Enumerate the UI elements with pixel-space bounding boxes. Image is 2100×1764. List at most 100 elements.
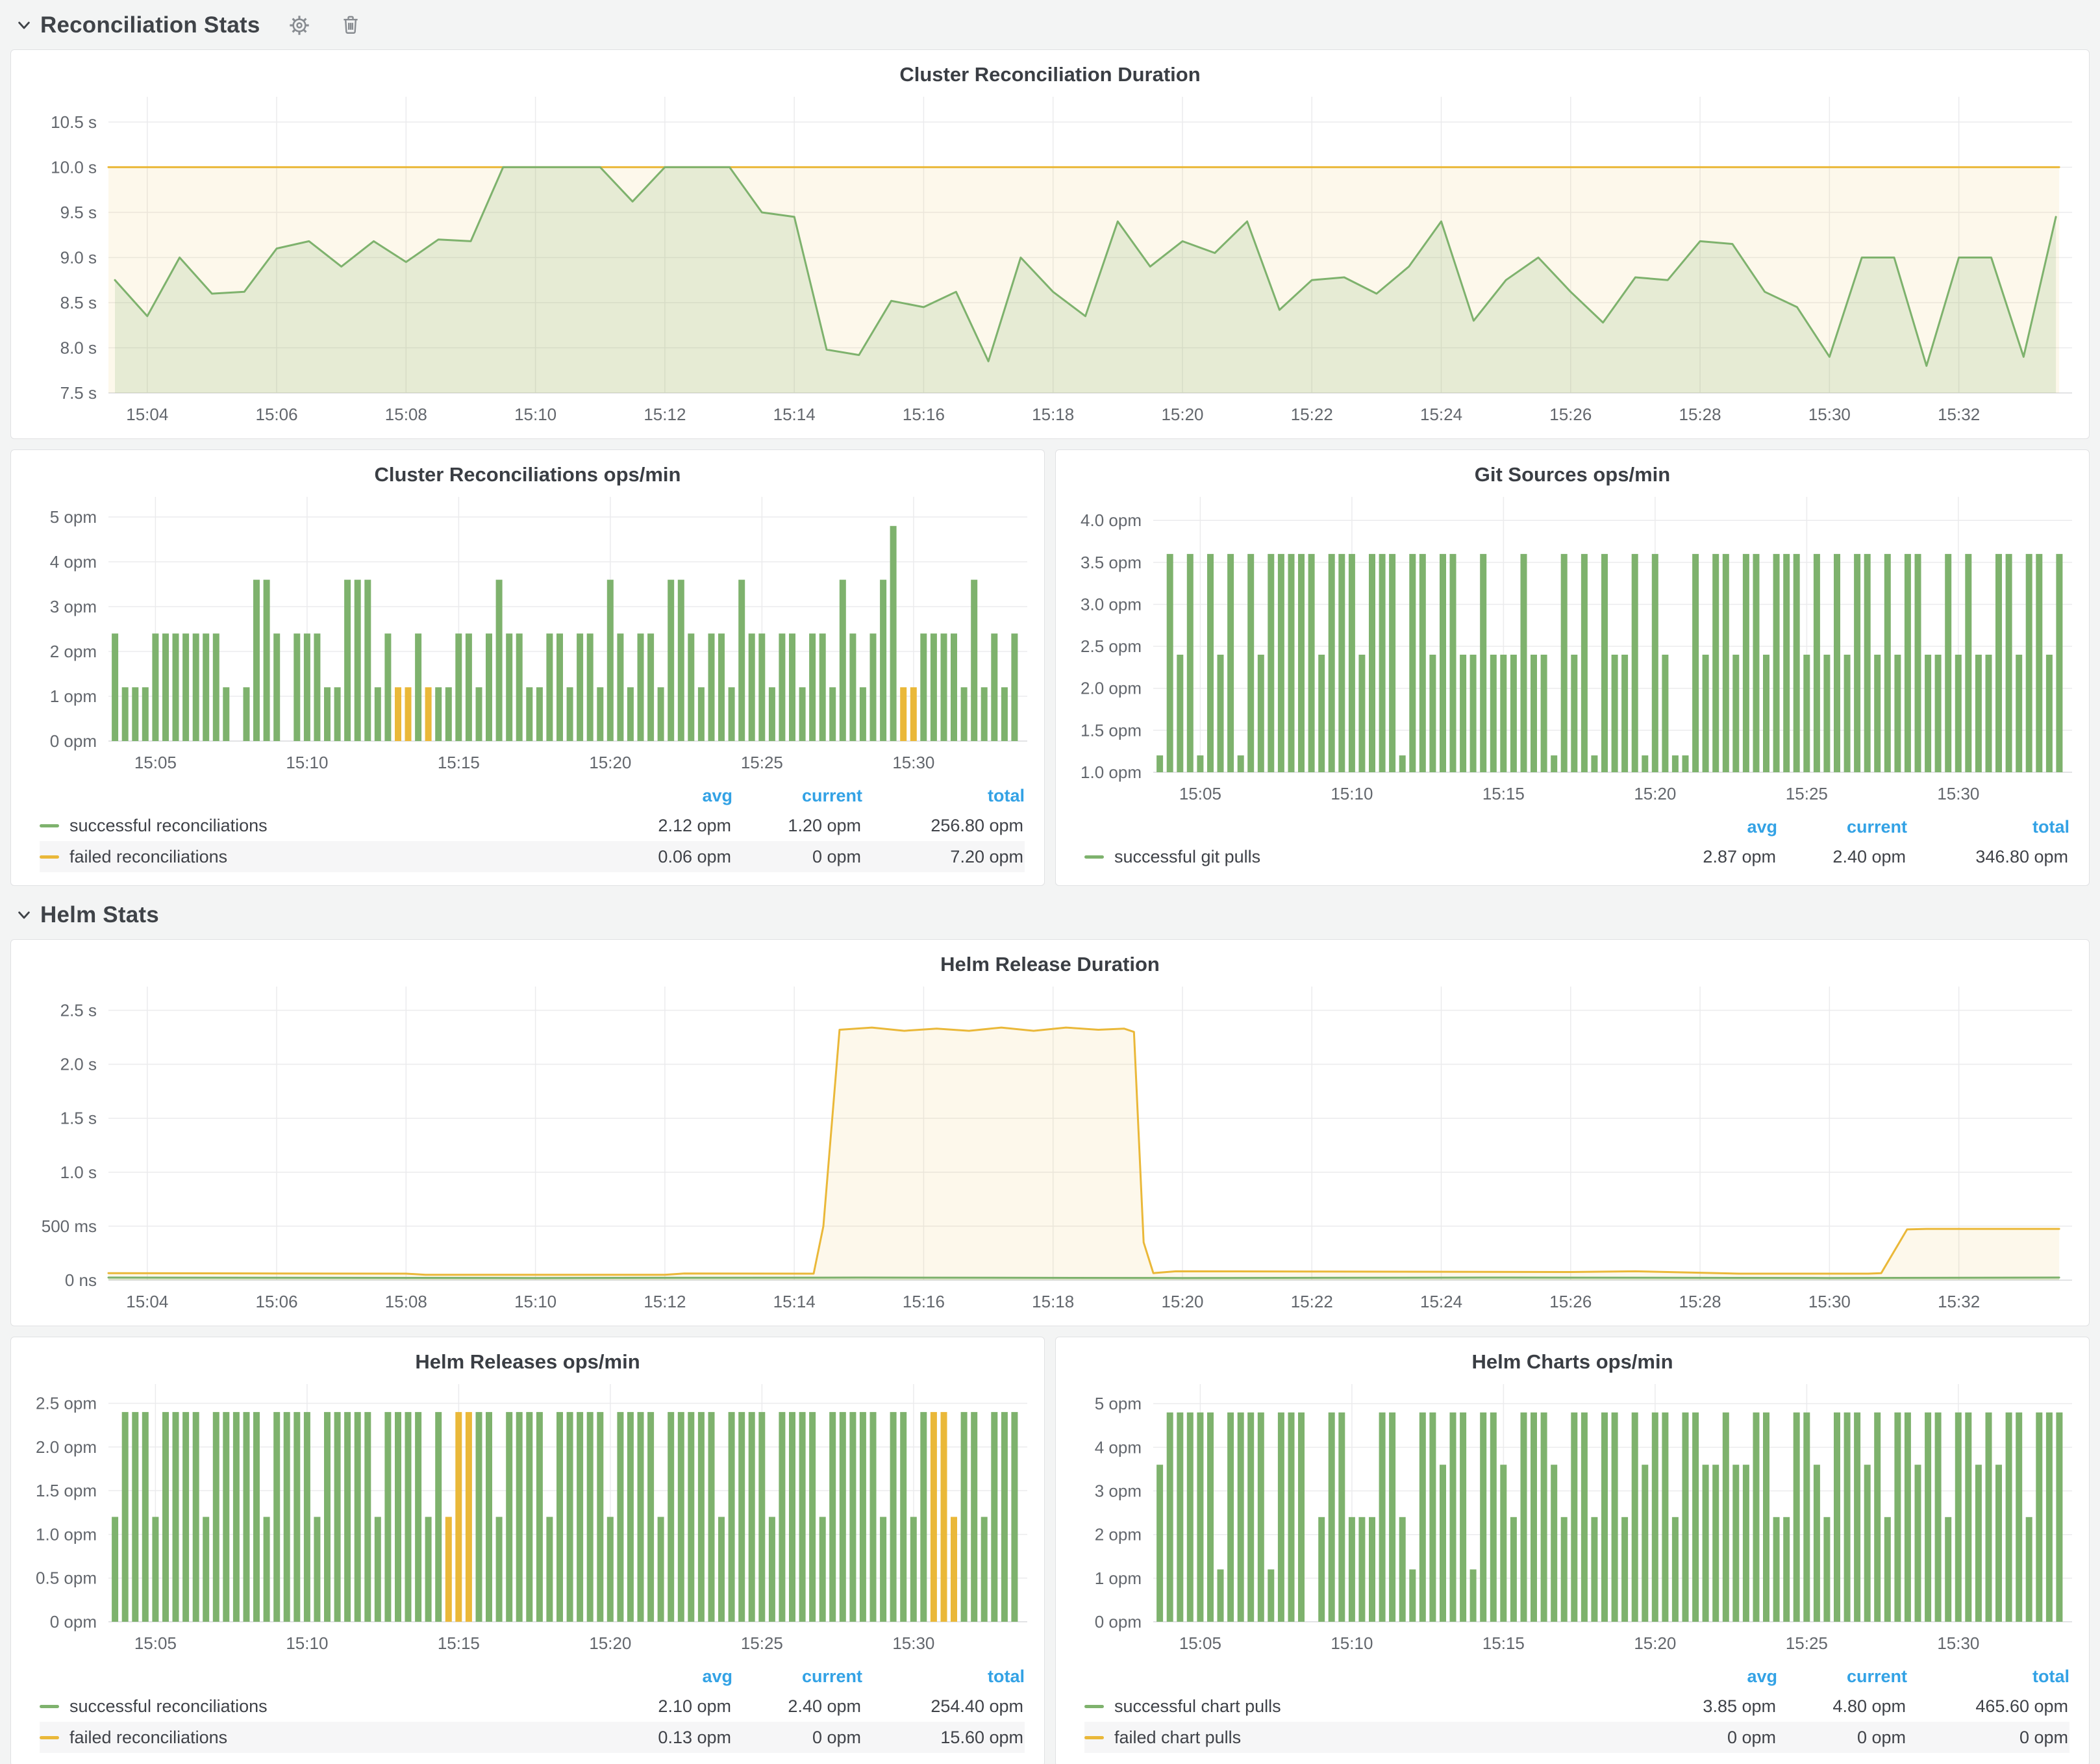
legend-sort-total[interactable]: total [1907, 1667, 2069, 1687]
section-title[interactable]: Helm Stats [40, 902, 159, 928]
legend-sort-total[interactable]: total [862, 1667, 1025, 1687]
panel-helm-releases-opm: Helm Releases ops/min 0 opm0.5 opm1.0 op… [10, 1337, 1045, 1764]
series-successful-git-pulls [1156, 554, 2062, 772]
svg-text:15:15: 15:15 [438, 1633, 480, 1653]
legend-row: failed chart pulls0 opm0 opm0 opm [1084, 1722, 2069, 1753]
legend-series-label[interactable]: successful chart pulls [1114, 1696, 1281, 1717]
panel-title[interactable]: Helm Charts ops/min [1056, 1337, 2089, 1375]
svg-text:15:18: 15:18 [1032, 405, 1074, 424]
svg-text:10.5 s: 10.5 s [51, 112, 97, 132]
grafana-dashboard: Reconciliation Stats [0, 0, 2100, 1764]
panel-title[interactable]: Cluster Reconciliation Duration [11, 50, 2089, 88]
panel-title[interactable]: Cluster Reconciliations ops/min [11, 450, 1044, 488]
svg-text:15:32: 15:32 [1938, 405, 1980, 424]
series-color-dash[interactable] [1084, 1736, 1104, 1739]
svg-text:15:10: 15:10 [286, 1633, 328, 1653]
legend-sort-avg[interactable]: avg [1660, 817, 1777, 837]
legend-sort-total[interactable]: total [862, 786, 1025, 806]
series-color-dash[interactable] [40, 1736, 59, 1739]
svg-text:15:25: 15:25 [741, 753, 783, 772]
trash-icon[interactable] [340, 14, 363, 37]
legend-stat-current: 2.40 opm [732, 1696, 862, 1717]
svg-text:15:26: 15:26 [1549, 405, 1592, 424]
section-title[interactable]: Reconciliation Stats [40, 12, 260, 38]
panel-title[interactable]: Helm Releases ops/min [11, 1337, 1044, 1375]
series-color-dash[interactable] [40, 1705, 59, 1708]
svg-text:1.5 opm: 1.5 opm [36, 1481, 97, 1500]
svg-text:8.0 s: 8.0 s [60, 338, 97, 357]
legend-sort-current[interactable]: current [732, 786, 862, 806]
svg-text:3.0 opm: 3.0 opm [1081, 594, 1142, 614]
svg-text:15:05: 15:05 [134, 753, 177, 772]
legend-sort-avg[interactable]: avg [616, 1667, 732, 1687]
svg-text:15:08: 15:08 [385, 1292, 427, 1311]
chart-helm-charts-opm[interactable]: 0 opm1 opm2 opm3 opm4 opm5 opm15:0515:10… [1056, 1375, 2089, 1662]
legend-sort-total[interactable]: total [1907, 817, 2069, 837]
series-color-dash[interactable] [1084, 855, 1104, 859]
series-helm-upgrade-duration [108, 1027, 2059, 1280]
legend-sort-current[interactable]: current [1777, 1667, 1907, 1687]
section-header-reconciliation-stats: Reconciliation Stats [14, 6, 2090, 44]
chart-cluster-reconciliations-opm[interactable]: 0 opm1 opm2 opm3 opm4 opm5 opm15:0515:10… [11, 488, 1044, 781]
svg-text:15:15: 15:15 [1482, 784, 1525, 803]
svg-text:15:04: 15:04 [126, 1292, 168, 1311]
panel-title[interactable]: Helm Release Duration [11, 940, 2089, 977]
svg-text:15:20: 15:20 [589, 1633, 631, 1653]
legend-series: successful reconciliations [40, 1696, 616, 1717]
panel-title[interactable]: Git Sources ops/min [1056, 450, 2089, 488]
svg-text:15:20: 15:20 [1634, 1633, 1676, 1653]
svg-text:1 opm: 1 opm [50, 687, 97, 706]
chevron-down-icon[interactable] [14, 905, 34, 925]
legend-stat-avg: 0.13 opm [616, 1728, 732, 1748]
legend-stat-total: 465.60 opm [1907, 1696, 2069, 1717]
legend-series-label[interactable]: successful git pulls [1114, 847, 1260, 867]
svg-text:2.0 opm: 2.0 opm [36, 1437, 97, 1457]
y-axis: 0 opm1 opm2 opm3 opm4 opm5 opm [50, 507, 97, 751]
svg-text:2 opm: 2 opm [50, 642, 97, 661]
legend-series-label[interactable]: failed reconciliations [69, 847, 227, 867]
legend-row: successful reconciliations2.10 opm2.40 o… [40, 1691, 1025, 1722]
svg-text:15:10: 15:10 [1331, 1633, 1373, 1653]
legend-series-label[interactable]: successful reconciliations [69, 816, 268, 836]
svg-text:15:12: 15:12 [644, 1292, 686, 1311]
chart-git-sources-opm[interactable]: 1.0 opm1.5 opm2.0 opm2.5 opm3.0 opm3.5 o… [1056, 488, 2089, 813]
chart-helm-release-duration[interactable]: 0 ns500 ms1.0 s1.5 s2.0 s2.5 s15:0415:06… [11, 977, 2089, 1320]
chevron-down-icon[interactable] [14, 16, 34, 35]
series-helm-install-duration [108, 1278, 2059, 1280]
legend-sort-current[interactable]: current [1777, 817, 1907, 837]
legend-sort-avg[interactable]: avg [616, 786, 732, 806]
svg-text:4.0 opm: 4.0 opm [1081, 510, 1142, 530]
svg-text:2.0 opm: 2.0 opm [1081, 679, 1142, 698]
svg-text:15:32: 15:32 [1938, 1292, 1980, 1311]
legend-stat-current: 0 opm [1777, 1728, 1907, 1748]
series-failed-reconciliations [395, 687, 917, 741]
panel-cluster-reconciliations-opm: Cluster Reconciliations ops/min 0 opm 1 o… [10, 449, 1045, 886]
svg-text:0 opm: 0 opm [50, 731, 97, 751]
legend-series-label[interactable]: failed reconciliations [69, 1728, 227, 1748]
svg-text:15:12: 15:12 [644, 405, 686, 424]
legend-helm-charts: avgcurrenttotalsuccessful chart pulls3.8… [1056, 1662, 2089, 1757]
legend-stat-current: 2.40 opm [1777, 847, 1907, 867]
svg-text:15:28: 15:28 [1679, 1292, 1721, 1311]
series-successful-chart-pulls [1156, 1413, 2062, 1622]
legend-series-label[interactable]: successful reconciliations [69, 1696, 268, 1717]
series-color-dash[interactable] [40, 824, 59, 827]
legend-header-row: avgcurrenttotal [40, 781, 1025, 810]
svg-text:4 opm: 4 opm [1095, 1437, 1142, 1457]
series-color-dash[interactable] [1084, 1705, 1104, 1708]
gear-icon[interactable] [288, 14, 311, 37]
legend-series-label[interactable]: failed chart pulls [1114, 1728, 1241, 1748]
legend-series: successful git pulls [1084, 847, 1660, 867]
legend-stat-total: 0 opm [1907, 1728, 2069, 1748]
chart-helm-releases-opm[interactable]: 0 opm0.5 opm1.0 opm1.5 opm2.0 opm2.5 opm… [11, 1375, 1044, 1662]
legend-sort-avg[interactable]: avg [1660, 1667, 1777, 1687]
series-color-dash[interactable] [40, 855, 59, 859]
legend-stat-avg: 0.06 opm [616, 847, 732, 867]
legend-sort-current[interactable]: current [732, 1667, 862, 1687]
legend-row: successful reconciliations2.12 opm1.20 o… [40, 810, 1025, 841]
svg-text:15:05: 15:05 [1179, 784, 1221, 803]
legend-row: failed reconciliations0.06 opm0 opm7.20 … [40, 841, 1025, 872]
chart-cluster-reconciliation-duration[interactable]: 7.5 s8.0 s8.5 s9.0 s9.5 s10.0 s10.5 s15:… [11, 88, 2089, 433]
y-axis: 1.0 opm1.5 opm2.0 opm2.5 opm3.0 opm3.5 o… [1081, 510, 1142, 782]
section-header-helm-stats: Helm Stats [14, 896, 2090, 934]
